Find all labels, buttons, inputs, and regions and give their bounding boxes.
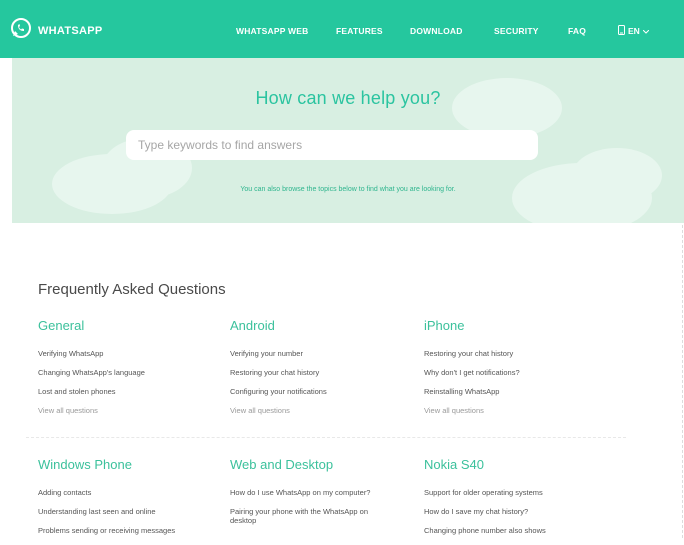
faq-link[interactable]: Understanding last seen and online (38, 507, 218, 516)
section-title-general: General (38, 318, 85, 333)
faq-section-nokia-s40: Nokia S40 Support for older operating sy… (424, 457, 604, 545)
search-input[interactable] (126, 130, 538, 160)
faq-heading: Frequently Asked Questions (38, 281, 226, 298)
section-divider (26, 437, 626, 438)
faq-link[interactable]: How do I save my chat history? (424, 507, 604, 516)
brand-name: WHATSAPP (38, 24, 103, 37)
faq-section-android: Android Verifying your number Restoring … (230, 318, 410, 425)
language-label: EN (628, 26, 640, 36)
faq-link[interactable]: Pairing your phone with the WhatsApp on … (230, 507, 395, 525)
view-all-link[interactable]: View all questions (38, 406, 218, 415)
faq-link[interactable]: Changing phone number also shows (424, 526, 604, 535)
section-title-iphone: iPhone (424, 318, 465, 333)
section-title-nokia-s40: Nokia S40 (424, 457, 484, 472)
section-title-windows-phone: Windows Phone (38, 457, 132, 472)
faq-section-general: General Verifying WhatsApp Changing What… (38, 318, 218, 425)
faq-link[interactable]: Verifying WhatsApp (38, 349, 218, 358)
section-title-web-desktop: Web and Desktop (230, 457, 334, 472)
faq-section-iphone: iPhone Restoring your chat history Why d… (424, 318, 604, 425)
faq-link[interactable]: Support for older operating systems (424, 488, 604, 497)
faq-link[interactable]: Changing WhatsApp's language (38, 368, 218, 377)
brand-logo-link[interactable]: WHATSAPP (10, 17, 103, 44)
view-all-link[interactable]: View all questions (424, 406, 604, 415)
phone-icon (618, 25, 625, 37)
faq-link[interactable]: Configuring your notifications (230, 387, 410, 396)
faq-section-windows-phone: Windows Phone Adding contacts Understand… (38, 457, 218, 545)
faq-link[interactable]: Adding contacts (38, 488, 218, 497)
nav-item-features[interactable]: FEATURES (336, 26, 383, 36)
hero-hint-text: You can also browse the topics below to … (240, 186, 456, 193)
hero-title: How can we help you? (255, 88, 441, 108)
faq-link[interactable]: Problems sending or receiving messages (38, 526, 218, 535)
faq-link[interactable]: Reinstalling WhatsApp (424, 387, 604, 396)
nav-item-security[interactable]: SECURITY (494, 26, 539, 36)
faq-link[interactable]: Why don't I get notifications? (424, 368, 604, 377)
cloud-decoration (572, 148, 662, 203)
faq-link[interactable]: Lost and stolen phones (38, 387, 218, 396)
chevron-down-icon (642, 26, 650, 36)
faq-link[interactable]: Restoring your chat history (424, 349, 604, 358)
section-title-android: Android (230, 318, 275, 333)
hero-search-section: How can we help you? You can also browse… (12, 58, 684, 223)
top-navigation-bar: WHATSAPP WHATSAPP WEB FEATURES DOWNLOAD … (0, 0, 684, 58)
faq-link[interactable]: Restoring your chat history (230, 368, 410, 377)
faq-section-web-desktop: Web and Desktop How do I use WhatsApp on… (230, 457, 410, 535)
nav-item-faq[interactable]: FAQ (568, 26, 586, 36)
faq-link[interactable]: Verifying your number (230, 349, 410, 358)
view-all-link[interactable]: View all questions (230, 406, 410, 415)
whatsapp-logo-icon (10, 17, 32, 44)
language-selector[interactable]: EN (618, 25, 650, 37)
nav-item-download[interactable]: DOWNLOAD (410, 26, 463, 36)
nav-item-whatsapp-web[interactable]: WHATSAPP WEB (236, 26, 308, 36)
faq-link[interactable]: How do I use WhatsApp on my computer? (230, 488, 410, 497)
